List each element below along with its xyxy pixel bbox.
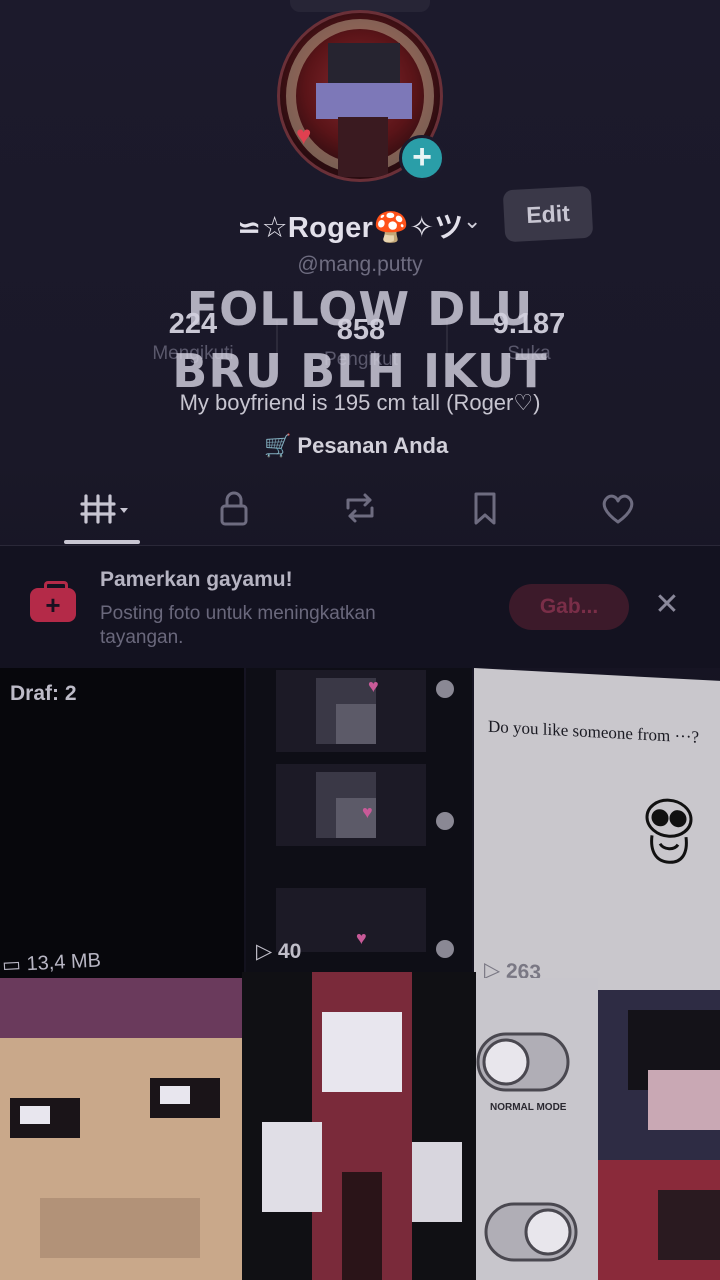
overlay-line-1: FOLLOW DLU (186, 282, 534, 336)
video-frame: ♥ (276, 670, 426, 752)
heart-icon: ♥ (296, 120, 312, 150)
display-name[interactable]: ⋍☆Roger🍄✧ツ (237, 204, 464, 246)
chevron-down-icon[interactable]: ⌄ (463, 208, 481, 234)
video-tile[interactable]: ♥ ♥ ♥ ▷ 40 (246, 668, 472, 972)
tab-private[interactable] (204, 488, 264, 536)
camera-plus-icon: + (30, 581, 76, 622)
tab-liked[interactable] (588, 488, 648, 536)
pink-heart-icon: ♥ (356, 928, 367, 948)
view-count-value: 40 (278, 940, 302, 963)
video-dot (436, 812, 454, 830)
thumbnail-art (598, 990, 720, 1280)
draft-size-value: 13,4 MB (25, 949, 102, 976)
video-tile[interactable]: Do you like someone from ···? ▷ 263 (474, 668, 720, 1011)
video-text: Do you like someone from ···? (488, 716, 700, 747)
play-icon: ▷ (256, 940, 273, 963)
video-tile[interactable] (598, 990, 720, 1280)
toggle-art (476, 978, 598, 1280)
name-row: ⋍☆Roger🍄✧ツ ⌄ (0, 198, 720, 250)
tab-videos[interactable] (74, 488, 134, 536)
toggle-label: NORMAL MODE (490, 1102, 567, 1113)
promo-banner: + Pamerkan gayamu! Posting foto untuk me… (0, 546, 720, 668)
tab-reposts[interactable] (330, 488, 390, 536)
video-dot (436, 940, 454, 958)
promo-title: Pamerkan gayamu! (100, 568, 293, 591)
bio: My boyfriend is 195 cm tall (Roger♡) (179, 390, 541, 415)
lock-icon (220, 491, 248, 526)
promo-subtitle: Posting foto untuk meningkatkan tayangan… (100, 603, 376, 648)
close-icon[interactable]: ✕ (652, 590, 682, 620)
avatar-hat (316, 83, 412, 119)
profile-tabs (0, 478, 720, 546)
video-frame: ♥ (276, 764, 426, 846)
thumbnail-art (242, 972, 476, 1280)
edit-profile-button[interactable]: Edit (502, 185, 594, 243)
orders-label: Pesanan Anda (297, 433, 449, 458)
heart-icon (602, 494, 634, 524)
video-tile[interactable]: NORMAL MODE (476, 978, 598, 1280)
view-count: ▷ 40 (256, 939, 301, 964)
pink-heart-icon: ♥ (362, 802, 373, 822)
folder-icon: ▭ (1, 953, 22, 977)
cartoon-character (645, 798, 693, 864)
repost-icon (346, 493, 374, 523)
profile-screen: ♥ + ⋍☆Roger🍄✧ツ ⌄ Edit @mang.putty 224 Me… (0, 0, 720, 1280)
add-avatar-button[interactable]: + (399, 135, 445, 181)
overlay-caption: FOLLOW DLU BRU BLH IKUT (0, 278, 720, 402)
video-tile[interactable] (0, 978, 244, 1280)
video-tile[interactable] (242, 972, 476, 1280)
draft-size: ▭ 13,4 MB (1, 947, 102, 977)
video-dot (436, 680, 454, 698)
orders-link[interactable]: 🛒 Pesanan Anda (264, 433, 448, 463)
join-button[interactable]: Gab... (509, 584, 629, 630)
avatar-body (338, 117, 388, 177)
cart-icon: 🛒 (264, 433, 292, 458)
bookmark-icon (474, 492, 496, 525)
tab-saved[interactable] (455, 488, 515, 536)
frame-figure (336, 704, 376, 744)
username: @mang.putty (297, 253, 423, 276)
grid-icon (80, 494, 128, 524)
draft-label: Draf: 2 (10, 682, 77, 705)
draft-tile[interactable]: Draf: 2 ▭ 13,4 MB (0, 668, 244, 978)
pink-heart-icon: ♥ (368, 676, 379, 696)
thumbnail-art (0, 978, 244, 1280)
active-tab-indicator (64, 540, 140, 544)
